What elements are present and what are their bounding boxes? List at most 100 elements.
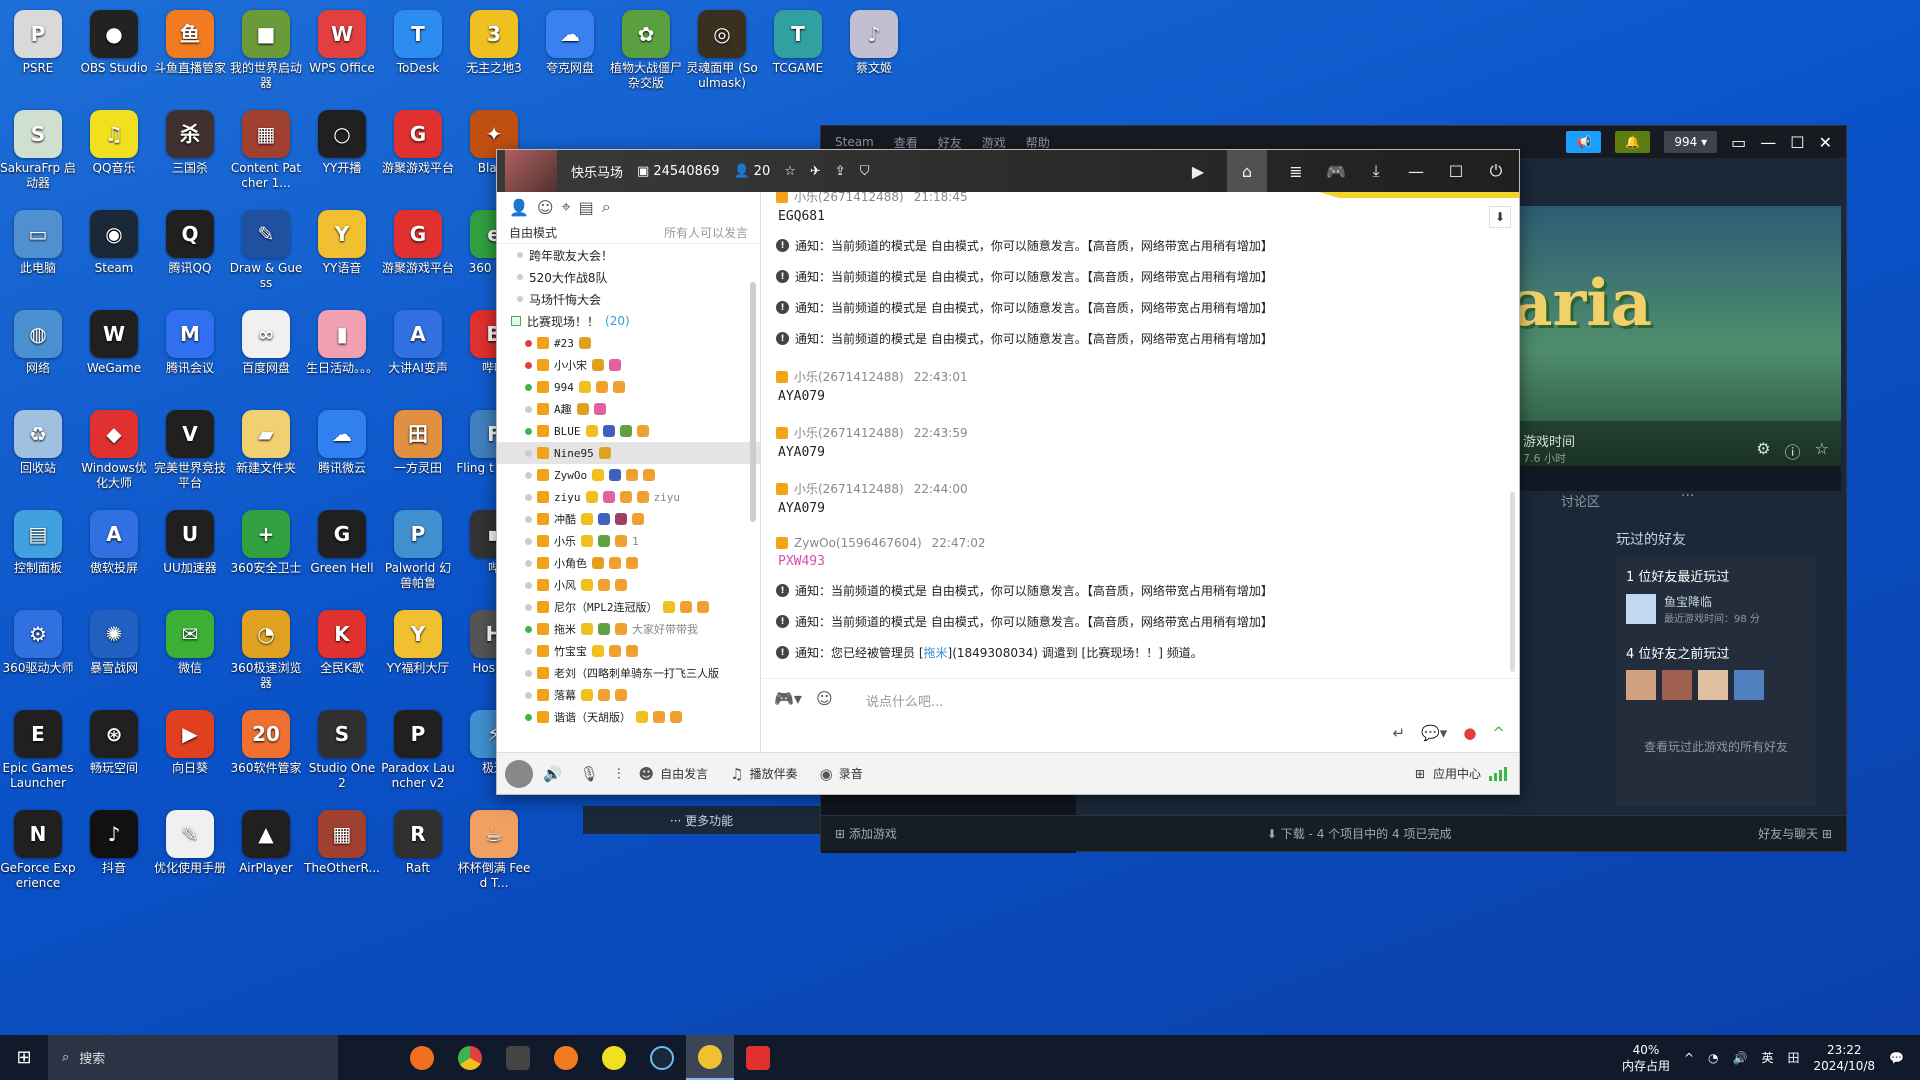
volume-icon[interactable]: 🔊 [1733,1051,1748,1065]
member-item[interactable]: 小乐 1 [497,530,760,552]
emoji-icon[interactable]: ☺ [816,689,833,708]
desktop-icon[interactable]: ✿ 植物大战僵尸杂交版 [608,6,684,91]
member-item[interactable]: 冲酷 [497,508,760,530]
desktop-icon[interactable]: Y YY语音 [304,206,380,276]
taskbar-app-game[interactable] [734,1035,782,1080]
member-item[interactable]: 小角色 [497,552,760,574]
scrollbar[interactable] [750,282,756,522]
desktop-icon[interactable]: K 全民K歌 [304,606,380,676]
channel-item[interactable]: 520大作战8队 [497,266,760,288]
taskbar-app-steam[interactable] [638,1035,686,1080]
taskbar-app-firefox[interactable] [398,1035,446,1080]
ime-indicator[interactable]: 英 [1761,1049,1773,1066]
avatar[interactable] [1698,670,1728,700]
equalizer-icon[interactable]: ⫶ [617,765,621,783]
location-icon[interactable]: ⌖ [562,197,571,217]
desktop-icon[interactable]: ♻ 回收站 [0,406,76,476]
desktop-icon[interactable]: ▤ 控制面板 [0,506,76,576]
taskbar-app-douyu[interactable] [542,1035,590,1080]
message-input[interactable]: 说点什么吧... [866,691,943,710]
desktop-icon[interactable]: ◉ Steam [76,206,152,276]
desktop-icon[interactable]: ○ YY开播 [304,106,380,176]
scrollbar[interactable] [1510,492,1515,672]
desktop-icon[interactable]: ♪ 蔡文姬 [836,6,912,76]
desktop-icon[interactable]: P PSRE [0,6,76,76]
shield-icon[interactable]: ⛉ [860,164,870,179]
list-icon[interactable]: ≣ [1285,162,1307,181]
more-options-icon[interactable]: ··· [1681,488,1694,504]
member-item[interactable]: A趣 [497,398,760,420]
member-item[interactable]: Nine95 [497,442,760,464]
member-item[interactable]: 拖米 大家好带带我 [497,618,760,640]
record-button[interactable]: ◉ 录音 [820,765,863,783]
desktop-icon[interactable]: ∞ 百度网盘 [228,306,304,376]
speaker-icon[interactable]: 🔊 [543,765,562,783]
app-center-button[interactable]: 应用中心 [1433,765,1481,782]
member-item[interactable]: 小小宋 [497,354,760,376]
memory-indicator[interactable]: 40% 内存占用 [1622,1042,1670,1074]
desktop-icon[interactable]: P Paradox Launcher v2 [380,706,456,791]
desktop-icon[interactable]: ▮ 生日活动。。。 [304,306,380,376]
desktop-icon[interactable]: W WeGame [76,306,152,376]
desktop-icon[interactable]: 杀三国杀 [152,106,228,176]
desktop-icon[interactable]: ▲ AirPlayer [228,806,304,876]
desktop-icon[interactable]: 20 360软件管家 [228,706,304,776]
desktop-icon[interactable]: ▦ Content Patcher 1... [228,106,304,191]
network-icon[interactable]: ◔ [1708,1051,1718,1065]
avatar[interactable] [1662,670,1692,700]
desktop-icon[interactable]: G Green Hell [304,506,380,576]
send-icon[interactable]: ↵ [1393,724,1406,742]
member-item[interactable]: ziyu ziyu [497,486,760,508]
desktop-icon[interactable]: T ToDesk [380,6,456,76]
windows-start-icon[interactable]: ⊞ [0,1035,48,1080]
desktop-icon[interactable]: ⚙ 360驱动大师 [0,606,76,676]
gamepad-icon[interactable]: 🎮 [1325,162,1347,181]
member-item[interactable]: BLUE [497,420,760,442]
maximize-icon[interactable]: ☐ [1790,133,1804,152]
desktop-icon[interactable]: 鱼斗鱼直播管家 [152,6,228,76]
desktop-icon[interactable]: ✉ 微信 [152,606,228,676]
minimize-icon[interactable]: — [1760,133,1776,152]
desktop-icon[interactable]: Y YY福利大厅 [380,606,456,676]
home-icon[interactable]: ⌂ [1227,150,1267,192]
member-item[interactable]: 尼尔（MPL2连冠版） [497,596,760,618]
desktop-icon[interactable]: P Palworld 幻兽帕鲁 [380,506,456,591]
member-item[interactable]: 994 [497,376,760,398]
settings-icon[interactable]: ⚙ [1756,439,1770,463]
steam-menu-item[interactable]: 游戏 [982,134,1006,151]
share-icon[interactable]: ⇪ [835,164,846,179]
avatar[interactable] [1734,670,1764,700]
desktop-icon[interactable]: ☕ 杯杯倒满 Feed T... [456,806,532,891]
taskbar-search[interactable]: ⌕ 搜索 [48,1035,338,1080]
desktop-icon[interactable]: ⊛ 畅玩空间 [76,706,152,776]
desktop-icon[interactable]: ■ 我的世界启动器 [228,6,304,91]
chevron-up-icon[interactable]: ^ [1684,1051,1694,1065]
desktop-icon[interactable]: ◍ 网络 [0,306,76,376]
sender-name[interactable]: 小乐(2671412488) [794,192,904,205]
minimize-icon[interactable]: — [1405,162,1427,181]
info-icon[interactable]: ⓘ [1785,439,1801,463]
desktop-icon[interactable]: G 游聚游戏平台 [380,106,456,176]
chat-options-icon[interactable]: 💬▾ [1421,724,1447,742]
taskbar-app-qqmusic[interactable] [590,1035,638,1080]
desktop-icon[interactable]: A 傲软投屏 [76,506,152,576]
desktop-icon[interactable]: ◔ 360极速浏览器 [228,606,304,691]
sender-name[interactable]: 小乐(2671412488) [794,424,904,441]
plane-icon[interactable]: ✈ [810,164,821,179]
friends-chat-button[interactable]: 好友与聊天 ⊞ [1758,825,1832,842]
admin-link[interactable]: 拖米 [924,646,948,660]
scroll-bottom-button[interactable]: ⬇ [1489,206,1511,228]
desktop-icon[interactable]: E Epic Games Launcher [0,706,76,791]
desktop-icon[interactable]: T TCGAME [760,6,836,76]
desktop-icon[interactable]: ♫ QQ音乐 [76,106,152,176]
desktop-icon[interactable]: ● OBS Studio [76,6,152,76]
game-icon[interactable]: 🎮▾ [774,689,802,708]
taskbar-app-yy[interactable] [686,1035,734,1080]
user-icon[interactable]: 👤 [509,198,529,217]
notification-icon[interactable]: 💬 [1889,1051,1904,1065]
member-item[interactable]: #23 [497,332,760,354]
star-icon[interactable]: ☆ [1815,439,1829,463]
desktop-icon[interactable]: ▦ TheOtherR... [304,806,380,876]
monitor-icon[interactable]: ▭ [1731,133,1746,152]
emoji-icon[interactable]: ☺ [537,198,554,217]
